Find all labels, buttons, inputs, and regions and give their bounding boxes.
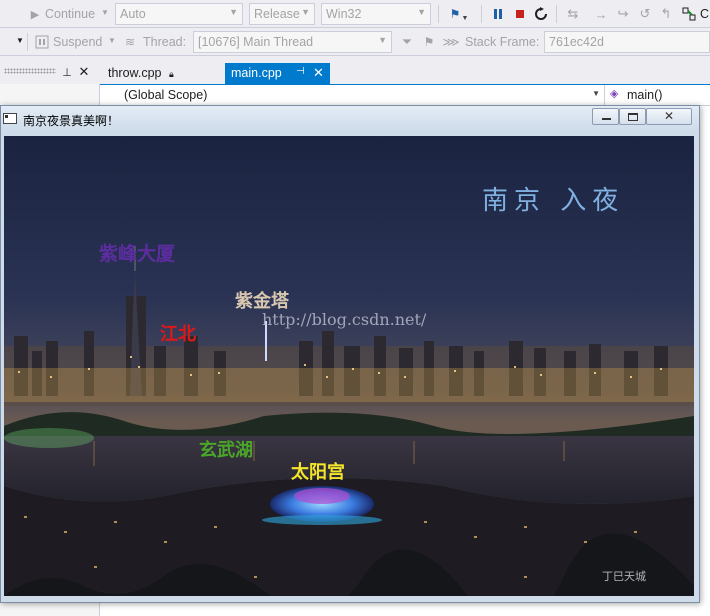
- step-into-icon[interactable]: →: [592, 5, 610, 23]
- flag-dropdown-icon[interactable]: ▼: [460, 9, 470, 27]
- build-config-select[interactable]: Release ▼: [249, 3, 315, 25]
- close-button[interactable]: ✕: [646, 108, 692, 125]
- close-tab-icon[interactable]: ✕: [313, 65, 324, 81]
- continue-dropdown-icon[interactable]: ▼: [101, 8, 109, 17]
- toolbar-separator: [556, 5, 557, 23]
- continue-button[interactable]: Continue: [45, 7, 95, 21]
- chevron-down-icon: ▼: [229, 7, 238, 17]
- minimize-icon: [602, 118, 611, 120]
- suspend-dropdown-icon[interactable]: ▼: [108, 36, 116, 45]
- flag-filter-icon[interactable]: ⚑: [420, 33, 438, 51]
- maximize-icon: [628, 113, 638, 121]
- solution-config-select[interactable]: Auto ▼: [115, 3, 243, 25]
- lock-icon: 🔒︎: [169, 69, 174, 79]
- debug-location-toolbar: ▼ Suspend ▼ ≋ Thread: [10676] Main Threa…: [0, 28, 710, 56]
- toolbar-separator: [438, 5, 439, 23]
- watermark-url: http://blog.csdn.net/: [262, 310, 427, 329]
- label-zifeng-tower: 紫峰大厦: [99, 243, 176, 265]
- headline-text: 南京 入夜: [482, 186, 625, 216]
- debug-toolbar: ▶ Continue ▼ Auto ▼ Release ▼ Win32 ▼ ⚑ ▼ ⇆…: [0, 0, 710, 28]
- close-panel-icon[interactable]: ✕: [75, 63, 93, 81]
- stack-frame-label: Stack Frame:: [465, 35, 540, 49]
- pin-icon[interactable]: ⊥: [58, 63, 76, 81]
- panel-grip[interactable]: [4, 68, 56, 74]
- close-icon: ✕: [664, 109, 675, 123]
- chevron-down-icon: ▼: [417, 7, 426, 17]
- process-dropdown-icon[interactable]: ▼: [16, 36, 24, 45]
- step-out-icon[interactable]: ↺: [636, 5, 654, 23]
- stack-frame-select[interactable]: 761ec42d: [544, 31, 710, 53]
- overflow-text: C: [700, 7, 710, 21]
- maximize-button[interactable]: [619, 108, 646, 125]
- member-select[interactable]: ◈ main(): [606, 85, 710, 105]
- thread-icon: ≋: [124, 35, 136, 49]
- navigation-bar: (Global Scope) ▼ ◈ main(): [100, 85, 710, 106]
- scope-select[interactable]: (Global Scope) ▼: [100, 85, 605, 105]
- toolbar-separator: [481, 5, 482, 23]
- stop-debugging-icon[interactable]: [511, 5, 529, 23]
- window-titlebar[interactable]: 南京夜景真美啊！ ✕: [1, 106, 699, 132]
- show-next-statement-icon[interactable]: ⇆: [564, 5, 582, 23]
- console-window: 南京夜景真美啊！ ✕ 南京 入夜 紫峰大厦 紫金塔 http://blog.cs…: [0, 105, 700, 603]
- thread-label: Thread:: [143, 35, 187, 49]
- document-tab-well: ⊥ ✕ throw.cpp 🔒︎ main.cpp ⊣ ✕: [0, 57, 710, 86]
- toolbar-separator: [27, 33, 28, 51]
- label-jiangbei: 江北: [160, 324, 196, 345]
- signature-text: 丁巳天城: [602, 570, 646, 583]
- suspend-button[interactable]: Suspend: [53, 35, 102, 49]
- pin-tab-icon[interactable]: ⊣: [296, 66, 305, 77]
- chevron-down-icon: ▼: [301, 7, 310, 17]
- chevron-down-icon: ▼: [378, 35, 387, 45]
- suspend-icon[interactable]: [33, 33, 51, 51]
- window-title: 南京夜景真美啊！: [23, 114, 120, 128]
- thread-select[interactable]: [10676] Main Thread ▼: [193, 31, 392, 53]
- filter-icon[interactable]: ⏷: [398, 33, 416, 51]
- tab-throw-cpp[interactable]: throw.cpp 🔒︎: [100, 63, 182, 84]
- step-over-icon[interactable]: ↪: [614, 5, 632, 23]
- step-back-icon[interactable]: ↰: [657, 5, 675, 23]
- continue-icon[interactable]: ▶: [26, 5, 44, 23]
- tab-main-cpp[interactable]: main.cpp ⊣ ✕: [225, 63, 330, 84]
- label-xuanwu-lake: 玄武湖: [199, 440, 253, 461]
- code-map-icon[interactable]: [680, 5, 698, 23]
- platform-select[interactable]: Win32 ▼: [321, 3, 431, 25]
- label-taiyang-palace: 太阳宫: [291, 462, 345, 483]
- method-icon: ◈: [610, 88, 619, 100]
- chevron-down-icon: ▼: [592, 89, 600, 98]
- restart-icon[interactable]: [532, 5, 550, 23]
- nanjing-night-photo: 南京 入夜 紫峰大厦 紫金塔 http://blog.csdn.net/ 江北 …: [4, 136, 694, 596]
- break-all-icon[interactable]: [489, 5, 507, 23]
- minimize-button[interactable]: [592, 108, 619, 125]
- app-icon: [3, 113, 17, 124]
- stack-frame-icon: ⋙: [442, 35, 460, 49]
